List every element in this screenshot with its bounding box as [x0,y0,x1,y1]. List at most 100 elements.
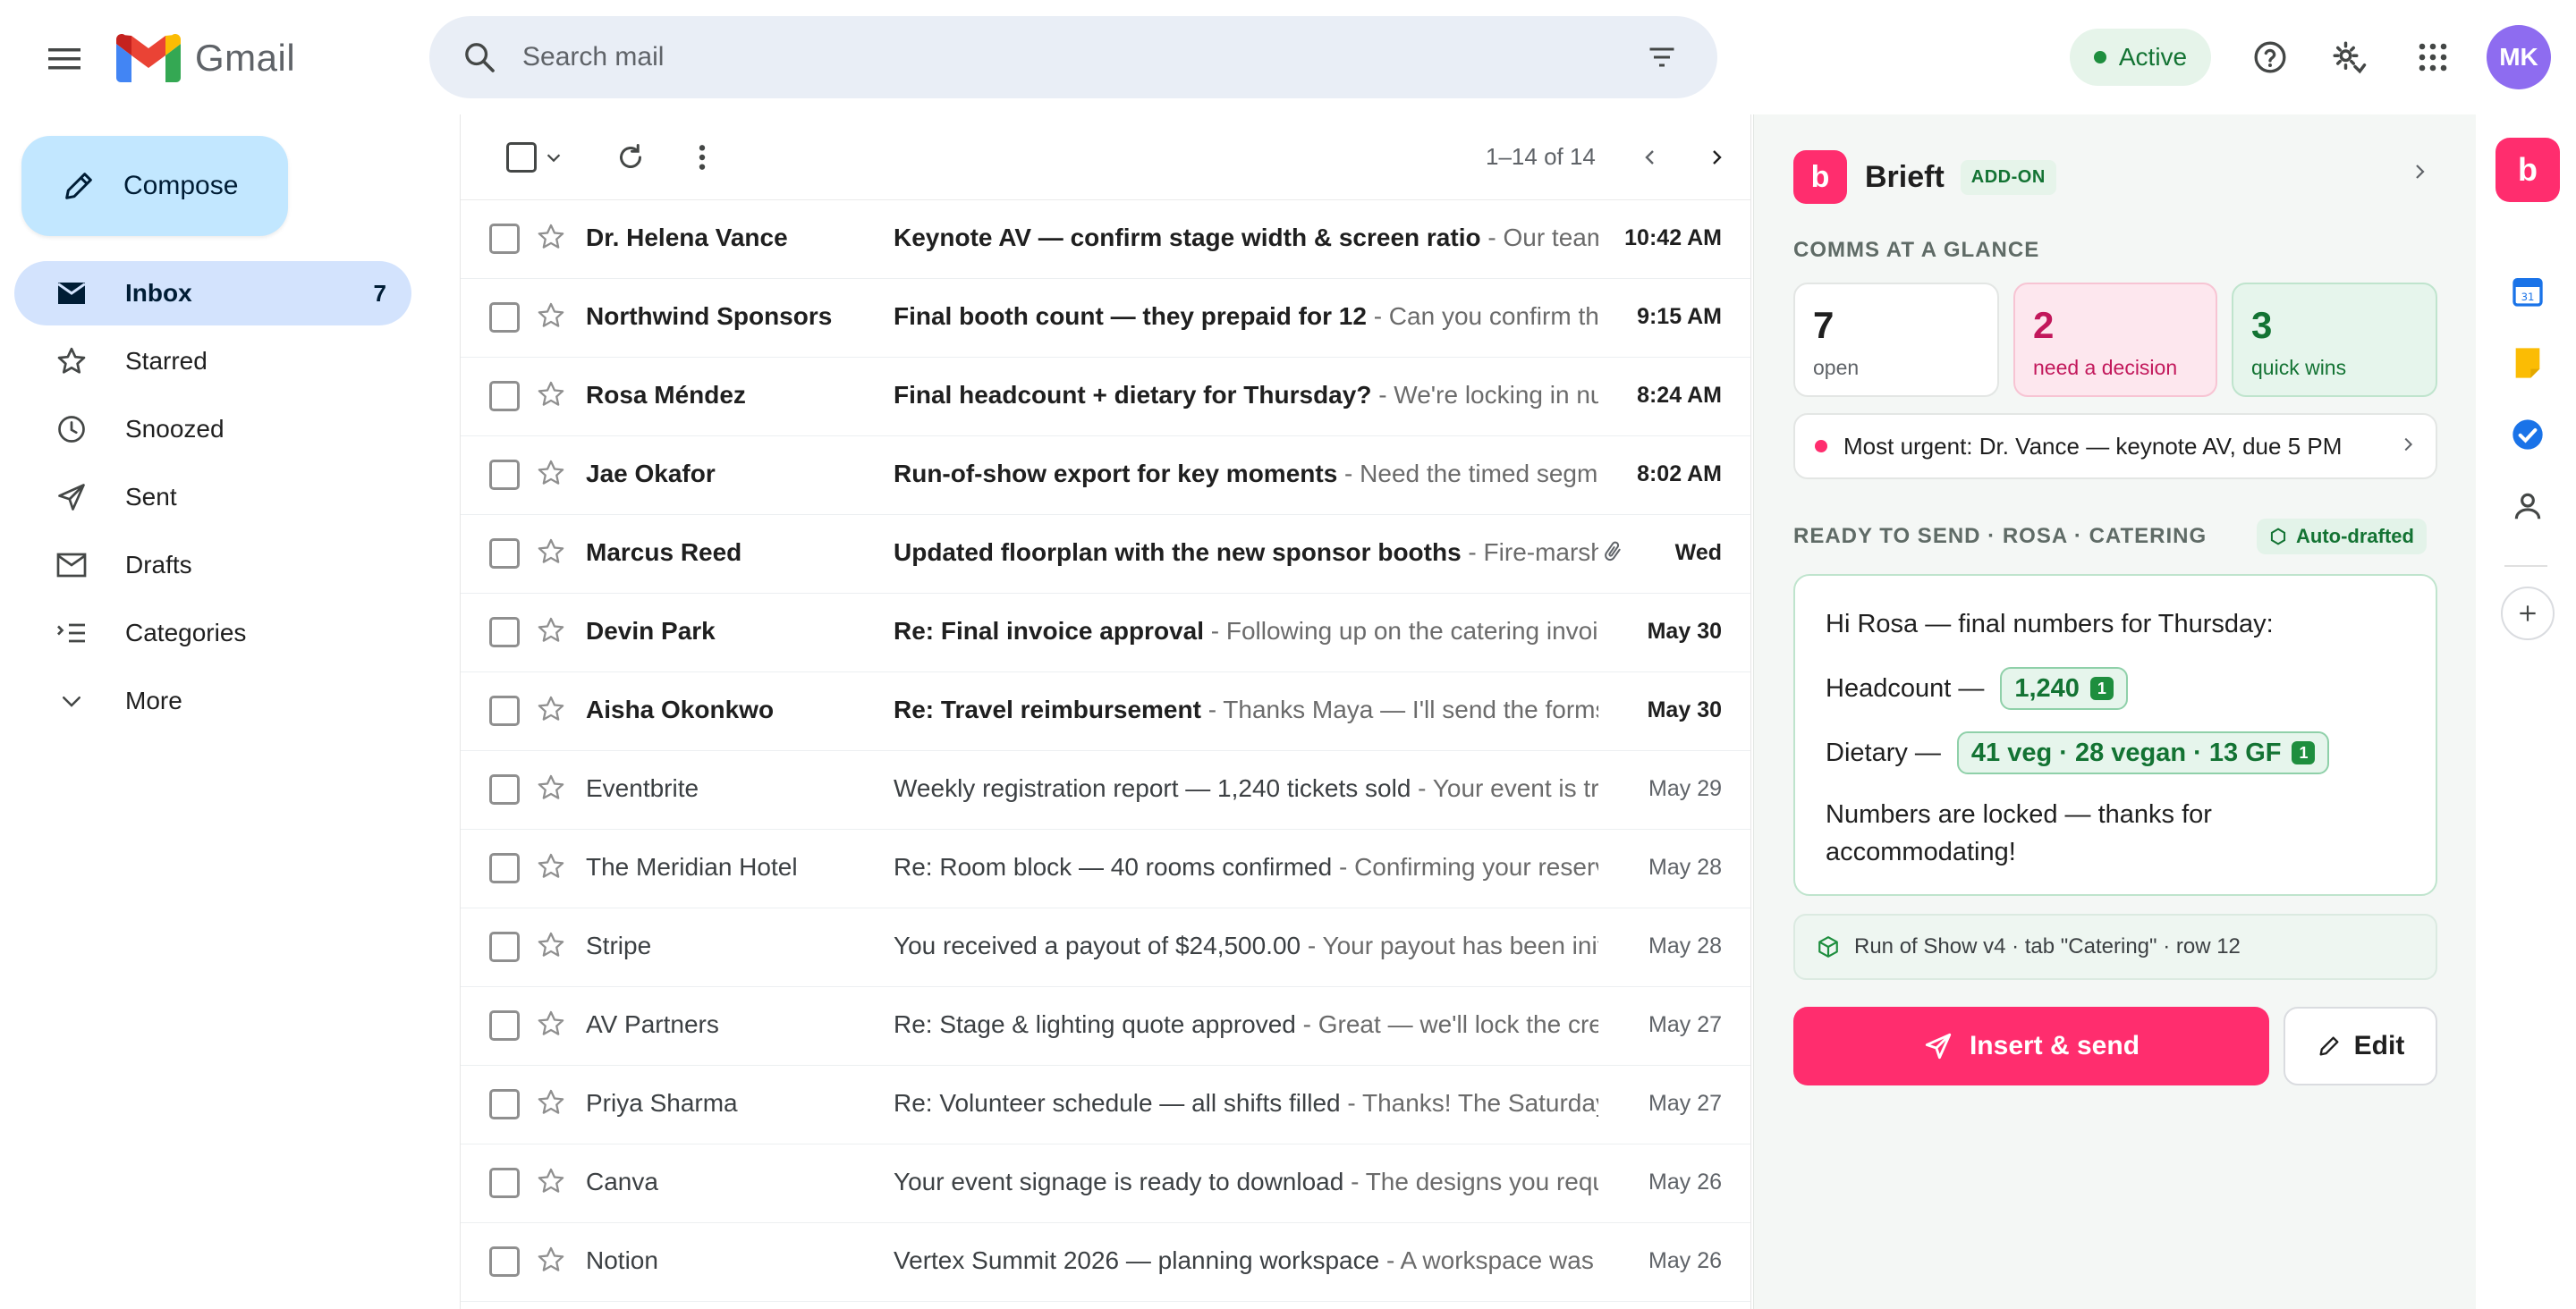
select-menu-button[interactable] [538,136,570,179]
star-icon[interactable] [536,851,566,882]
star-icon[interactable] [536,1009,566,1039]
search-input[interactable] [522,16,1578,98]
compose-button[interactable]: Compose [21,136,288,236]
star-icon[interactable] [536,1166,566,1196]
sidebar-item-starred[interactable]: Starred [14,329,411,393]
row-checkbox[interactable] [489,774,520,805]
newer-button[interactable] [1629,136,1672,179]
table-row[interactable]: Dr. Helena Vance Keynote AV — confirm sta… [461,200,1750,279]
star-icon[interactable] [536,379,566,410]
keep-button[interactable] [2508,343,2547,383]
row-checkbox[interactable] [489,932,520,962]
sidebar-item-inbox[interactable]: Inbox 7 [14,261,411,325]
email-subject: Updated floorplan with the new sponsor b… [894,538,1462,566]
search-icon[interactable] [462,39,497,75]
star-icon[interactable] [536,615,566,646]
auto-drafted-label: Auto-drafted [2296,525,2414,547]
row-checkbox[interactable] [489,696,520,726]
email-sender: Stripe [586,932,652,959]
search-options-icon[interactable] [1646,41,1678,73]
headcount-chip[interactable]: 1,240 1 [2000,667,2128,710]
table-row[interactable]: AV Partners Re: Stage & lighting quote ap… [461,987,1750,1066]
star-icon[interactable] [536,773,566,803]
table-row[interactable]: Northwind Sponsors Final booth count — th… [461,279,1750,358]
stat-quick-wins[interactable]: 3 quick wins [2232,283,2437,397]
stat-value: 7 [1813,304,1835,346]
star-icon[interactable] [536,222,566,252]
sidebar-item-more[interactable]: More [14,669,411,733]
more-options-button[interactable] [681,136,724,179]
most-urgent-item[interactable]: Most urgent: Dr. Vance — keynote AV, due… [1793,413,2437,479]
help-button[interactable] [2241,29,2299,86]
tasks-button[interactable] [2508,415,2547,454]
row-checkbox[interactable] [489,538,520,569]
star-icon[interactable] [536,930,566,960]
table-row[interactable]: Canva Your event signage is ready to down… [461,1144,1750,1223]
row-checkbox[interactable] [489,381,520,411]
cube-icon [1818,936,1838,958]
sidebar-item-sent[interactable]: Sent [14,465,411,529]
hamburger-icon [48,48,80,70]
email-snippet: - Confirming your reservation details [1338,853,1598,881]
star-icon[interactable] [536,300,566,331]
table-row[interactable]: The Meridian Hotel Re: Room block — 40 ro… [461,830,1750,908]
email-snippet: - The designs you requested are ready [1351,1168,1598,1195]
row-checkbox[interactable] [489,302,520,333]
sidebar-item-drafts[interactable]: Drafts [14,533,411,597]
row-checkbox[interactable] [489,1168,520,1198]
row-checkbox[interactable] [489,1010,520,1041]
gmail-logo[interactable]: Gmail [116,34,295,82]
account-avatar[interactable]: MK [2487,25,2551,89]
row-checkbox[interactable] [489,1246,520,1277]
insert-send-button[interactable]: Insert & send [1793,1007,2269,1085]
apps-button[interactable] [2404,29,2462,86]
table-row[interactable]: Devin Park Re: Final invoice approval - F… [461,594,1750,672]
draft-icon [54,547,89,583]
panel-expand-button[interactable] [2409,161,2430,182]
email-content: Re: Final invoice approval - Following u… [894,617,1598,646]
table-row[interactable]: Rosa Méndez Final headcount + dietary for… [461,358,1750,436]
row-checkbox[interactable] [489,1089,520,1119]
contacts-button[interactable] [2508,486,2547,526]
table-row[interactable]: Marcus Reed Updated floorplan with the ne… [461,515,1750,594]
older-button[interactable] [1695,136,1738,179]
dietary-chip[interactable]: 41 veg · 28 vegan · 13 GF 1 [1956,731,2330,774]
main-menu-button[interactable] [36,30,93,88]
table-row[interactable]: Aisha Okonkwo Re: Travel reimbursement - … [461,672,1750,751]
source-reference[interactable]: Run of Show v4 · tab "Catering" · row 12 [1793,914,2437,980]
row-checkbox[interactable] [489,617,520,647]
stat-need-decision[interactable]: 2 need a decision [2013,283,2217,397]
get-addons-button[interactable] [2501,587,2555,640]
table-row[interactable]: Notion Vertex Summit 2026 — planning work… [461,1223,1750,1302]
row-checkbox[interactable] [489,460,520,490]
star-icon[interactable] [536,536,566,567]
sidebar-item-snoozed[interactable]: Snoozed [14,397,411,461]
settings-button[interactable] [2320,29,2377,86]
email-subject: Re: Final invoice approval [894,617,1204,645]
sidebar-item-categories[interactable]: Categories [14,601,411,665]
sidebar-item-label: Drafts [125,551,192,578]
mail-list: 1–14 of 14 Dr. Helena Vance Keynote AV — … [460,114,1751,1309]
status-selector[interactable]: Active [2070,29,2211,86]
star-icon[interactable] [536,1087,566,1118]
compose-label: Compose [123,171,239,200]
source-count-badge: 1 [2292,741,2316,764]
row-checkbox[interactable] [489,853,520,883]
edit-button[interactable]: Edit [2284,1007,2437,1085]
row-checkbox[interactable] [489,224,520,254]
calendar-button[interactable]: 31 [2508,272,2547,311]
table-row[interactable]: Priya Sharma Re: Volunteer schedule — all… [461,1066,1750,1144]
star-icon[interactable] [536,694,566,724]
email-content: Re: Stage & lighting quote approved - Gr… [894,1010,1598,1039]
draft-message[interactable]: Hi Rosa — final numbers for Thursday: He… [1793,574,2437,896]
chevron-right-icon [1713,150,1722,165]
table-row[interactable]: Jae Okafor Run-of-show export for key mom… [461,436,1750,515]
star-icon[interactable] [536,458,566,488]
brieft-addon-button[interactable]: b [2496,138,2560,202]
select-all-checkbox[interactable] [500,136,543,179]
table-row[interactable]: Eventbrite Weekly registration report — 1… [461,751,1750,830]
star-icon[interactable] [536,1245,566,1275]
refresh-button[interactable] [609,136,652,179]
stat-open[interactable]: 7 open [1793,283,1999,397]
table-row[interactable]: Stripe You received a payout of $24,500.0… [461,908,1750,987]
